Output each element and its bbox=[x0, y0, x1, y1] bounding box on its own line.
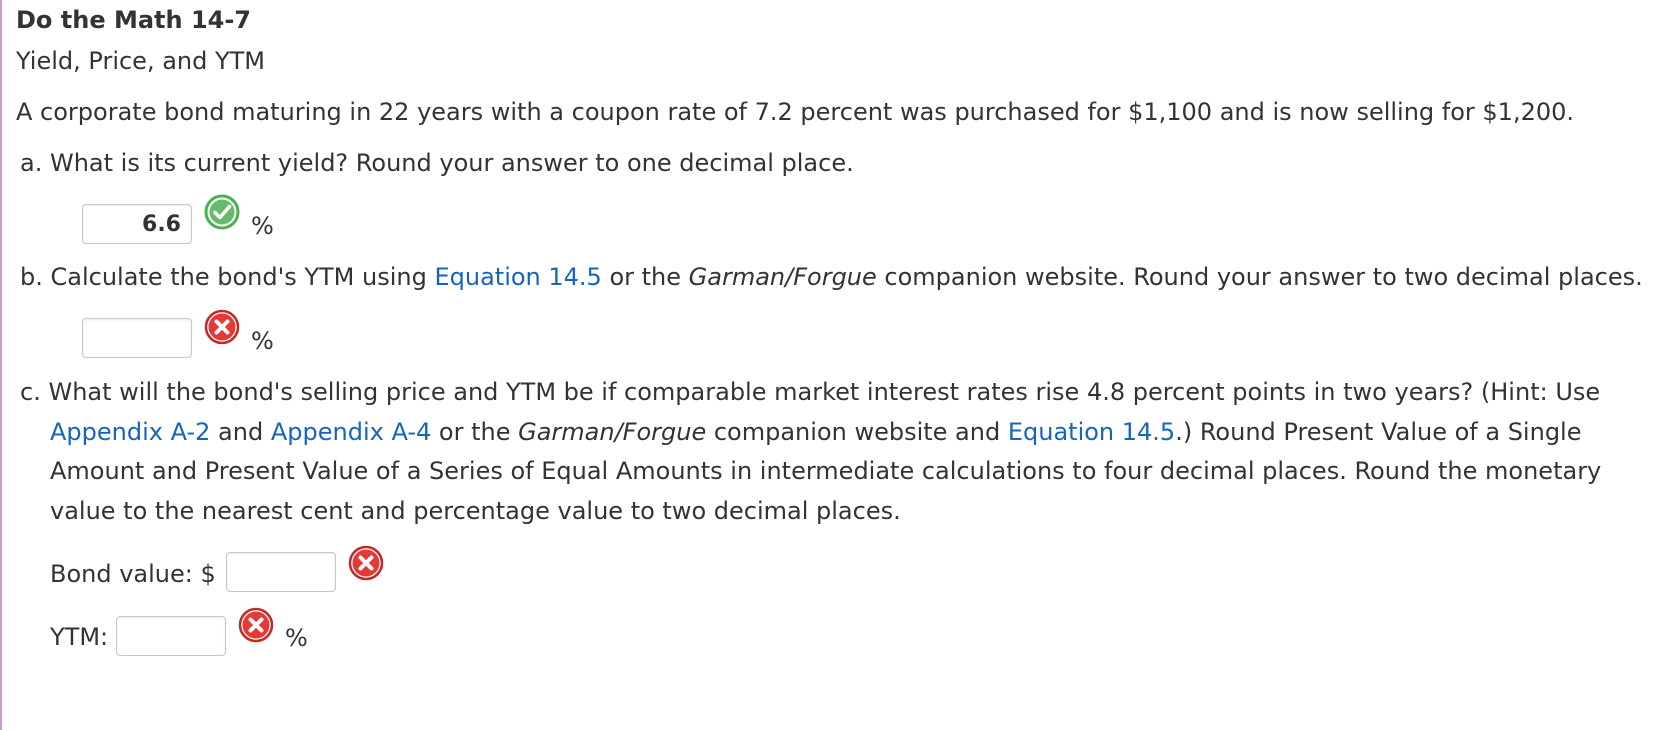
appendix-a2-link[interactable]: Appendix A-2 bbox=[50, 418, 210, 446]
garman-forgue-text-c: Garman/Forgue bbox=[518, 418, 707, 446]
question-c-line-4: value to the nearest cent and percentage… bbox=[50, 497, 901, 525]
problem-statement: A corporate bond maturing in 22 years wi… bbox=[16, 98, 1575, 126]
page-title: Do the Math 14-7 bbox=[16, 6, 252, 34]
left-border-rule bbox=[0, 0, 2, 730]
question-c-letter: c. bbox=[20, 378, 41, 406]
question-a: a. What is its current yield? Round your… bbox=[20, 149, 854, 177]
question-c-companion-text: companion website and bbox=[706, 418, 1008, 446]
current-yield-input[interactable] bbox=[82, 204, 192, 244]
ytm-b-input[interactable] bbox=[82, 318, 192, 358]
question-a-text: What is its current yield? Round your an… bbox=[49, 149, 854, 177]
bond-value-label: Bond value: $ bbox=[50, 560, 216, 588]
ytm-c-label: YTM: bbox=[50, 623, 109, 651]
ytm-c-unit: % bbox=[285, 624, 308, 652]
appendix-a4-link[interactable]: Appendix A-4 bbox=[271, 418, 431, 446]
x-circle-icon bbox=[204, 309, 240, 345]
checkmark-circle-icon bbox=[204, 194, 240, 230]
garman-forgue-text: Garman/Forgue bbox=[688, 263, 877, 291]
question-b-text-1: Calculate the bond's YTM using bbox=[50, 263, 435, 291]
question-c-line-3: Amount and Present Value of a Series of … bbox=[50, 457, 1602, 485]
x-circle-icon bbox=[238, 607, 274, 643]
question-a-letter: a. bbox=[20, 149, 43, 177]
question-b: b. Calculate the bond's YTM using Equati… bbox=[20, 263, 1643, 291]
bond-value-input[interactable] bbox=[226, 552, 336, 592]
question-c-line-2: Appendix A-2 and Appendix A-4 or the Gar… bbox=[50, 418, 1581, 446]
equation-14-5-link-c[interactable]: Equation 14.5 bbox=[1008, 418, 1175, 446]
question-c-line-1: c. What will the bond's selling price an… bbox=[20, 378, 1600, 406]
question-c-text-1: What will the bond's selling price and Y… bbox=[48, 378, 1601, 406]
question-b-text-2: or the bbox=[601, 263, 689, 291]
question-b-text-3: companion website. Round your answer to … bbox=[876, 263, 1643, 291]
question-c-or-text: or the bbox=[431, 418, 519, 446]
equation-14-5-link[interactable]: Equation 14.5 bbox=[434, 263, 601, 291]
ytm-b-unit: % bbox=[251, 327, 274, 355]
page-subtitle: Yield, Price, and YTM bbox=[16, 47, 266, 75]
question-c-after-equation: .) Round Present Value of a Single bbox=[1175, 418, 1582, 446]
question-b-letter: b. bbox=[20, 263, 43, 291]
current-yield-unit: % bbox=[251, 212, 274, 240]
question-c-and-text: and bbox=[210, 418, 271, 446]
x-circle-icon bbox=[348, 545, 384, 581]
ytm-c-input[interactable] bbox=[116, 616, 226, 656]
